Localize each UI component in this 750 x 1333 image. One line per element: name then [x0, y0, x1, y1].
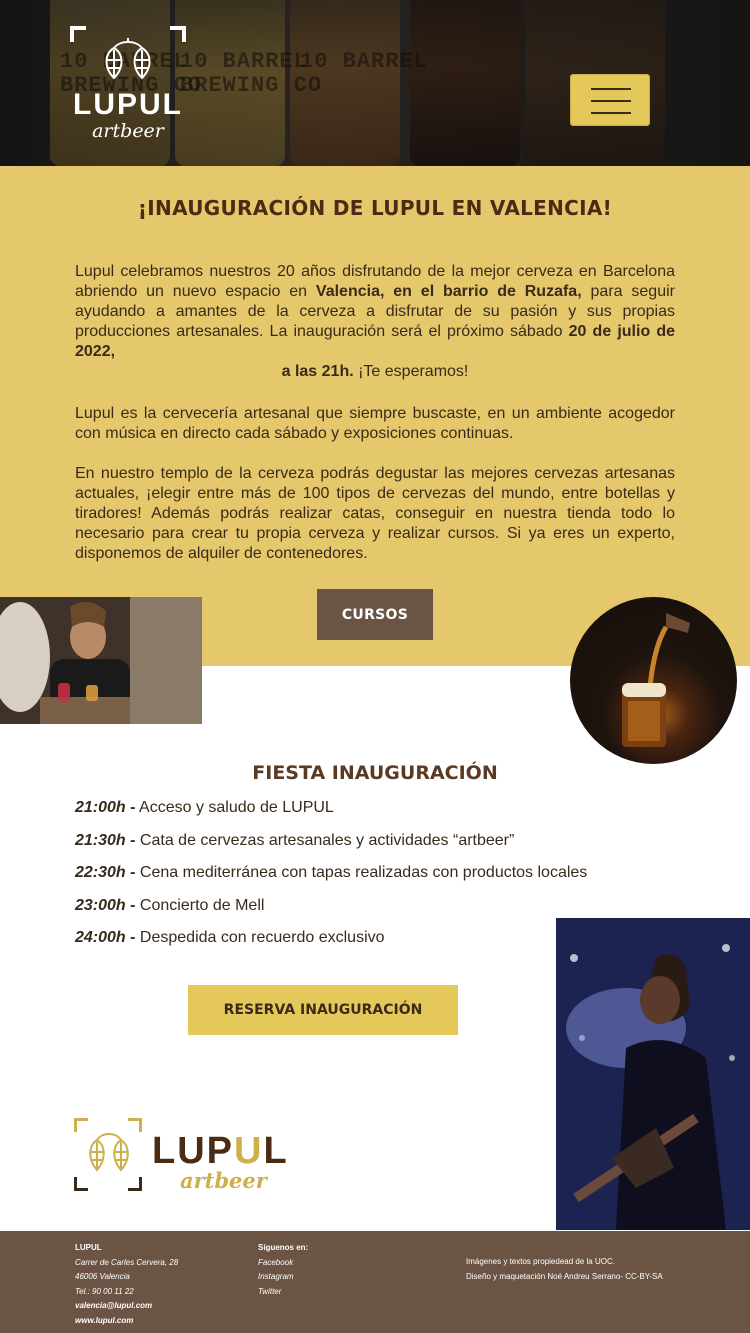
- footer-social: Síguenos en: Facebook Instagram Twitter: [258, 1241, 308, 1299]
- page-title: ¡INAUGURACIÓN DE LUPUL EN VALENCIA!: [137, 196, 613, 220]
- logo-word-part: L: [263, 1130, 289, 1172]
- logo-wordmark: LUPUL: [73, 88, 183, 121]
- footer-credit-line: Diseño y maquetación Noé Andreu Serrano-…: [466, 1271, 663, 1281]
- agenda-item: 23:00h - Concierto de Mell: [75, 896, 635, 929]
- reserva-inauguracion-button[interactable]: RESERVA INAUGURACIÓN: [188, 985, 458, 1035]
- agenda-text: Cena mediterránea con tapas realizadas c…: [135, 864, 588, 881]
- footer-logo[interactable]: LUPUL artbeer: [74, 1118, 294, 1193]
- footer-heading: Síguenos en:: [258, 1243, 309, 1252]
- agenda-time: 22:30h: [75, 864, 126, 881]
- hops-icon: [83, 1130, 135, 1181]
- description-paragraph: En nuestro templo de la cerveza podrás d…: [75, 465, 675, 562]
- twitter-link[interactable]: Twitter: [258, 1285, 308, 1300]
- beer-pour-photo: [570, 597, 737, 764]
- hops-icon: [98, 38, 158, 89]
- agenda-text: Concierto de Mell: [135, 896, 265, 914]
- intro-highlight: Valencia, en el barrio de Ruzafa,: [315, 283, 582, 300]
- logo-subtitle: artbeer: [92, 120, 164, 142]
- hamburger-menu-icon: [591, 112, 631, 114]
- agenda-time: 23:00h: [75, 896, 126, 914]
- intro-paragraph: Lupul celebramos nuestros 20 años disfru…: [75, 262, 675, 382]
- agenda-item: 21:30h - Cata de cervezas artesanales y …: [75, 831, 635, 864]
- agenda-list: 21:00h - Acceso y saludo de LUPUL 21:30h…: [75, 798, 635, 961]
- agenda-item: 22:30h - Cena mediterránea con tapas rea…: [75, 863, 635, 896]
- description-paragraph: Lupul es la cervecería artesanal que sie…: [75, 405, 675, 442]
- hamburger-menu-icon: [591, 100, 631, 102]
- cursos-button[interactable]: CURSOS: [317, 589, 433, 640]
- hamburger-menu-icon: [591, 88, 631, 90]
- logo-bracket: [170, 26, 186, 42]
- footer-phone: Tel.: 90 00 11 22: [75, 1286, 134, 1296]
- logo-subtitle: artbeer: [180, 1168, 267, 1193]
- agenda-item: 21:00h - Acceso y saludo de LUPUL: [75, 798, 635, 831]
- agenda-text: Despedida con recuerdo exclusivo: [135, 929, 385, 946]
- logo-word-part: LUP: [152, 1130, 234, 1172]
- agenda-item: 24:00h - Despedida con recuerdo exclusiv…: [75, 928, 635, 961]
- fiesta-title: FIESTA INAUGURACIÓN: [252, 762, 498, 784]
- intro-highlight: a las 21h.: [281, 363, 354, 380]
- agenda-text: Cata de cervezas artesanales y actividad…: [135, 831, 515, 849]
- footer-address: 46006 Valencia: [75, 1272, 130, 1281]
- footer-credit-line: Imágenes y textos propiedead de la UOC.: [466, 1257, 615, 1266]
- logo-bracket: [70, 26, 86, 42]
- site-logo[interactable]: LUPUL artbeer: [70, 26, 188, 144]
- footer-address: Carrer de Carles Cervera, 28: [75, 1257, 179, 1267]
- singer-guitarist-photo: [556, 918, 750, 1230]
- agenda-text: Acceso y saludo de LUPUL: [135, 799, 334, 816]
- agenda-time: 24:00h: [75, 929, 126, 946]
- intro-text: ¡Te esperamos!: [353, 363, 469, 380]
- logo-word-part: U: [234, 1130, 264, 1172]
- instagram-link[interactable]: Instagram: [258, 1270, 308, 1285]
- logo-wordmark: LUPUL: [152, 1132, 289, 1170]
- footer-heading: LUPUL: [75, 1243, 102, 1252]
- site-header: 10 BARREL BREWING CO 10 BARREL BREWING C…: [0, 0, 750, 166]
- facebook-link[interactable]: Facebook: [258, 1256, 308, 1271]
- footer-web-link[interactable]: www.lupul.com: [75, 1314, 178, 1329]
- site-footer: LUPUL Carrer de Carles Cervera, 28 46006…: [0, 1231, 750, 1333]
- footer-credits: Imágenes y textos propiedead de la UOC. …: [466, 1255, 663, 1284]
- footer-contact: LUPUL Carrer de Carles Cervera, 28 46006…: [75, 1241, 178, 1328]
- agenda-time: 21:00h: [75, 799, 126, 816]
- bar-customers-photo: [0, 597, 202, 724]
- intro-last-line: a las 21h. ¡Te esperamos!: [75, 362, 675, 382]
- hamburger-menu-button[interactable]: [570, 74, 650, 126]
- agenda-time: 21:30h: [75, 831, 126, 849]
- footer-email-link[interactable]: valencia@lupul.com: [75, 1299, 178, 1314]
